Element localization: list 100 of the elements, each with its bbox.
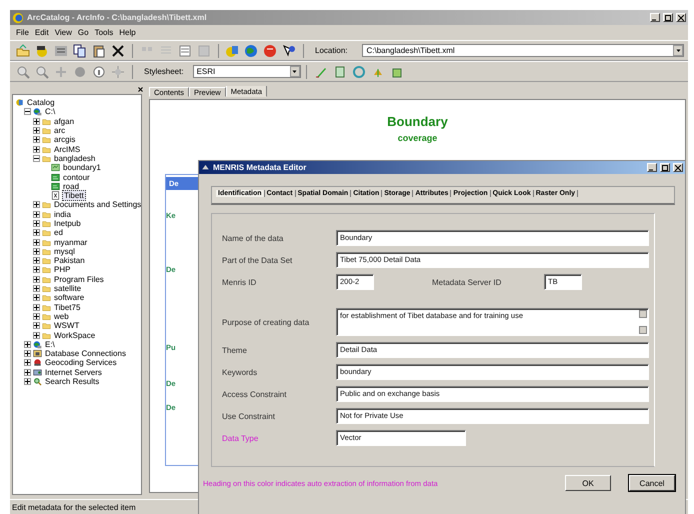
expand-toggle[interactable] xyxy=(33,312,40,320)
expand-toggle[interactable] xyxy=(33,238,40,246)
stylesheet-label: Stylesheet: xyxy=(144,67,184,76)
copy-icon[interactable] xyxy=(73,44,87,58)
tree-item[interactable]: myanmar xyxy=(53,238,88,247)
catalog-icon[interactable] xyxy=(225,44,240,58)
tree-item[interactable]: WSWT xyxy=(53,321,80,330)
expand-toggle[interactable] xyxy=(33,304,40,311)
help-icon[interactable] xyxy=(282,44,296,58)
expand-toggle[interactable] xyxy=(33,220,40,227)
cancel-button[interactable]: Cancel xyxy=(629,475,675,491)
field-label: Use Constraint xyxy=(222,412,276,420)
menu-item[interactable]: Help xyxy=(119,28,136,37)
tree-item[interactable]: ArcIMS xyxy=(53,144,82,154)
map-layer-icon xyxy=(51,182,60,191)
database-icon xyxy=(33,349,42,358)
minimize-button[interactable] xyxy=(647,163,657,172)
tree-item[interactable]: Pakistan xyxy=(53,256,86,266)
collapse-toggle[interactable] xyxy=(33,154,40,162)
paste-icon[interactable] xyxy=(92,44,106,58)
tree-item[interactable]: afgan xyxy=(53,116,76,126)
location-label: Location: xyxy=(315,46,348,55)
tree-item[interactable]: contour xyxy=(62,172,91,182)
tree-item[interactable]: satellite xyxy=(53,284,82,294)
tree-item[interactable]: Program Files xyxy=(53,274,105,284)
zoom-out-icon[interactable] xyxy=(35,64,49,78)
tree-item[interactable]: Tibett xyxy=(62,190,86,202)
location-combo-box[interactable]: C:\bangladesh\Tibett.xml xyxy=(362,44,684,57)
dropdown-arrow-icon xyxy=(291,68,298,75)
menu-item[interactable]: Go xyxy=(78,28,89,37)
connect-icon[interactable] xyxy=(35,44,49,58)
tree-item[interactable]: C:\ xyxy=(44,107,56,116)
details-icon[interactable] xyxy=(178,44,192,58)
expand-toggle[interactable] xyxy=(24,359,31,366)
expand-toggle[interactable] xyxy=(33,118,40,125)
ok-button[interactable]: OK xyxy=(565,475,611,491)
expand-toggle[interactable] xyxy=(33,285,40,292)
tree-item[interactable]: Inetpub xyxy=(53,219,82,228)
expand-toggle[interactable] xyxy=(33,229,40,236)
expand-toggle[interactable] xyxy=(33,248,40,255)
tree-item[interactable]: software xyxy=(53,293,86,302)
tree-item[interactable]: Database Connections xyxy=(44,349,127,358)
expand-toggle[interactable] xyxy=(24,368,31,376)
expand-toggle[interactable] xyxy=(24,340,31,348)
field-label: Menris ID xyxy=(222,278,258,286)
tree-item[interactable]: WorkSpace xyxy=(53,330,96,340)
expand-toggle[interactable] xyxy=(33,136,40,144)
create-thumbnail-icon[interactable] xyxy=(111,64,125,78)
expand-toggle[interactable] xyxy=(24,378,31,386)
disconnect-icon[interactable] xyxy=(54,44,68,58)
tree-item[interactable]: Documents and Settings xyxy=(53,200,141,210)
catalog-icon xyxy=(15,98,24,108)
expand-toggle[interactable] xyxy=(33,322,40,330)
globe-app-icon xyxy=(12,12,24,24)
tree-item[interactable]: arc xyxy=(53,126,66,136)
tree-item[interactable]: Geocoding Services xyxy=(44,358,118,368)
tree-item[interactable]: bangladesh xyxy=(53,154,96,163)
expand-toggle[interactable] xyxy=(33,266,40,274)
expand-toggle[interactable] xyxy=(33,276,40,283)
minimize-button[interactable] xyxy=(650,13,660,22)
tree-item[interactable]: Catalog xyxy=(26,98,56,108)
close-button[interactable] xyxy=(676,13,686,22)
tree-item[interactable]: E:\ xyxy=(44,340,56,349)
tree-item[interactable]: web xyxy=(53,312,70,321)
thumbnails-icon[interactable] xyxy=(196,44,211,58)
menu-item[interactable]: Edit xyxy=(34,28,49,37)
identify-icon[interactable] xyxy=(92,64,106,78)
tree-item[interactable]: PHP xyxy=(53,265,72,274)
magnifier-icon xyxy=(33,377,42,386)
field-label: Data Type xyxy=(222,434,260,442)
close-button[interactable] xyxy=(673,163,683,172)
menu-item[interactable]: View xyxy=(54,28,72,37)
maximize-button[interactable] xyxy=(663,13,673,22)
expand-toggle[interactable] xyxy=(33,201,40,208)
expand-toggle[interactable] xyxy=(33,127,40,134)
delete-icon[interactable] xyxy=(111,44,125,58)
tree-item[interactable]: ed xyxy=(53,228,64,238)
document-icon xyxy=(51,191,60,200)
tree-item[interactable]: Internet Servers xyxy=(44,368,103,377)
collapse-toggle[interactable] xyxy=(24,108,31,116)
metadata-properties-icon[interactable] xyxy=(332,64,347,78)
tree-item[interactable]: arcgis xyxy=(53,135,76,144)
tree-item[interactable]: road xyxy=(62,182,80,191)
tree-item[interactable]: india xyxy=(53,210,72,219)
menu-item[interactable]: Tools xyxy=(94,28,114,37)
expand-toggle[interactable] xyxy=(33,146,40,153)
expand-toggle[interactable] xyxy=(33,257,40,264)
tree-item[interactable]: Search Results xyxy=(44,377,100,386)
expand-toggle[interactable] xyxy=(33,294,40,302)
globe-icon[interactable] xyxy=(244,44,258,58)
tree-item[interactable]: Tibet75 xyxy=(53,302,82,312)
stylesheet-combo-box[interactable]: ESRI xyxy=(192,65,301,78)
menu-item[interactable]: File xyxy=(16,28,29,37)
expand-toggle[interactable] xyxy=(33,332,40,339)
expand-toggle[interactable] xyxy=(24,350,31,358)
maximize-button[interactable] xyxy=(660,163,670,172)
tree-item[interactable]: boundary1 xyxy=(62,163,102,172)
zoom-in-icon[interactable] xyxy=(16,64,30,78)
tree-item[interactable]: mysql xyxy=(53,246,76,256)
expand-toggle[interactable] xyxy=(33,210,40,218)
